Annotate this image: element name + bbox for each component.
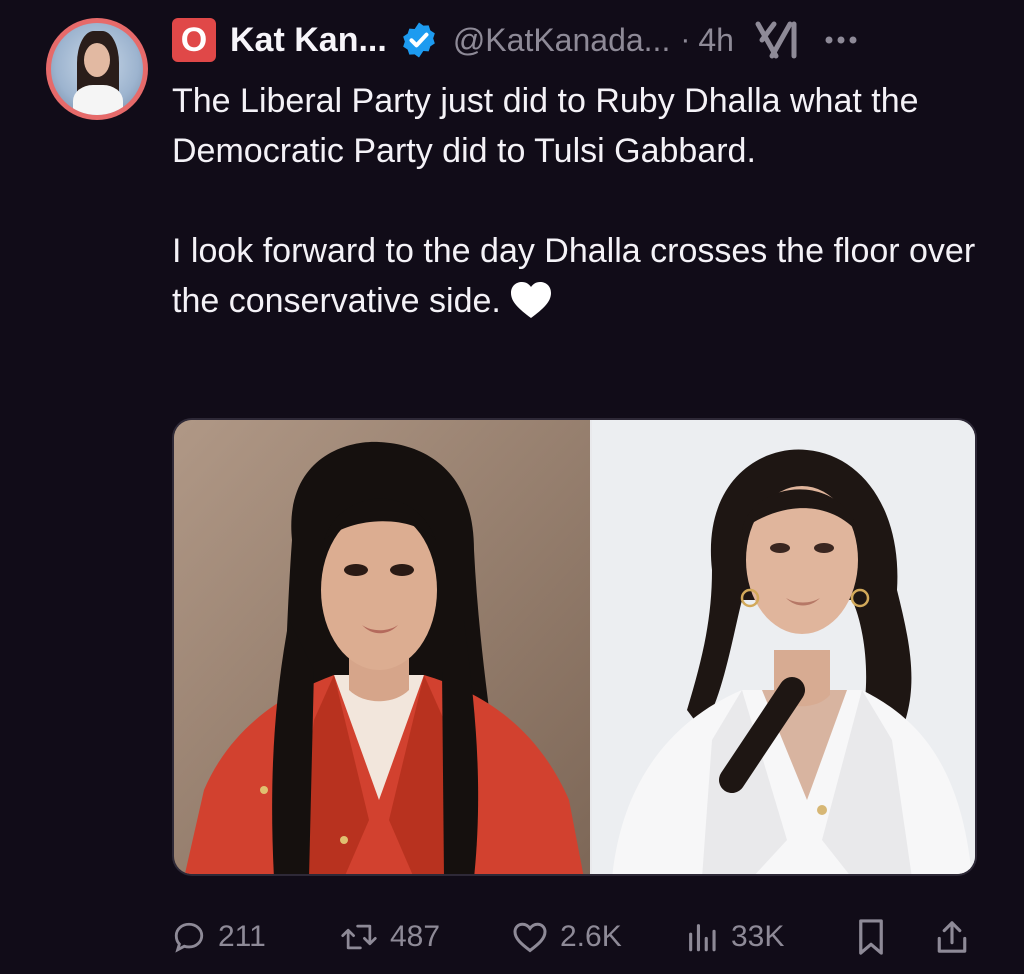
media-photo-right[interactable] [592, 420, 975, 874]
views-button[interactable]: 33K [685, 920, 784, 954]
tweet-actions: 211 487 2.6K 33K [172, 912, 977, 962]
tweet-header: O Kat Kan... @KatKanada... · 4h [172, 14, 984, 66]
repost-count: 487 [390, 920, 441, 953]
ellipsis-icon[interactable] [824, 34, 858, 46]
woman-in-white-blazer-photo [592, 420, 975, 874]
view-count: 33K [731, 920, 785, 953]
timestamp[interactable]: 4h [698, 22, 734, 59]
avatar-photo [51, 23, 143, 115]
woman-in-red-blazer-photo [174, 420, 590, 874]
media-grid[interactable] [172, 418, 977, 876]
reply-count: 211 [218, 920, 266, 953]
tweet-paragraph-2: I look forward to the day Dhalla crosses… [172, 232, 976, 320]
tweet-paragraph: I look forward to the day Dhalla crosses… [172, 226, 992, 326]
like-button[interactable]: 2.6K [512, 920, 622, 954]
user-handle[interactable]: @KatKanada... [453, 22, 671, 59]
media-photo-left[interactable] [174, 420, 590, 874]
separator-dot: · [680, 23, 691, 56]
bookmark-icon [859, 919, 883, 955]
bookmark-button[interactable] [856, 918, 898, 956]
speech-bubble-icon [174, 922, 204, 953]
white-heart-icon [510, 282, 551, 318]
tweet-paragraph: The Liberal Party just did to Ruby Dhall… [172, 76, 992, 176]
author-avatar[interactable] [46, 18, 148, 120]
heart-outline-icon [513, 922, 547, 953]
profile-badge-icon: O [172, 18, 216, 62]
tweet-text: The Liberal Party just did to Ruby Dhall… [172, 76, 992, 326]
tweet-paragraph-1: The Liberal Party just did to Ruby Dhall… [172, 82, 919, 170]
share-upload-icon [937, 921, 967, 953]
display-name[interactable]: Kat Kan... [230, 21, 387, 60]
repost-arrows-icon [341, 924, 377, 950]
bar-chart-icon [689, 924, 716, 952]
repost-button[interactable]: 487 [340, 920, 440, 954]
reply-button[interactable]: 211 [172, 920, 266, 954]
grok-logo-icon[interactable] [754, 20, 802, 60]
like-count: 2.6K [560, 920, 622, 953]
share-button[interactable] [935, 918, 981, 956]
verified-badge-icon [402, 22, 435, 58]
